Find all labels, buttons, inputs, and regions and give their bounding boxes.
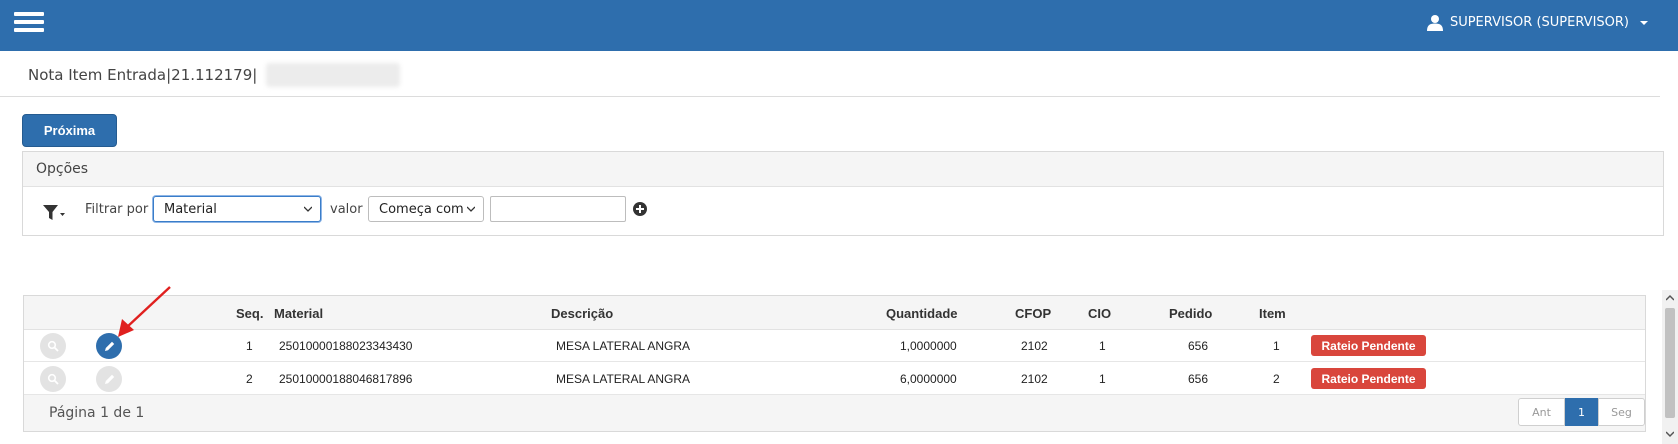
status-badge: Rateio Pendente — [1311, 368, 1426, 389]
cell-seq: 1 — [246, 339, 253, 353]
table-header: Seq. Material Descrição Quantidade CFOP … — [24, 296, 1645, 330]
cell-material: 25010000188023343430 — [279, 339, 413, 353]
hamburger-icon[interactable] — [14, 12, 44, 34]
col-item[interactable]: Item — [1259, 306, 1286, 321]
page-info: Página 1 de 1 — [49, 405, 145, 421]
items-table: Seq. Material Descrição Quantidade CFOP … — [23, 295, 1646, 432]
top-navbar: SUPERVISOR (SUPERVISOR) — [0, 0, 1678, 51]
user-menu[interactable]: SUPERVISOR (SUPERVISOR) — [1426, 14, 1648, 31]
cell-item: 2 — [1273, 372, 1280, 386]
cell-pedido: 656 — [1188, 339, 1209, 353]
scroll-up-icon[interactable] — [1666, 294, 1674, 302]
col-material[interactable]: Material — [274, 306, 323, 321]
cell-pedido: 656 — [1188, 372, 1209, 386]
search-icon — [47, 373, 59, 385]
col-seq[interactable]: Seq. — [236, 306, 263, 321]
cell-cio: 1 — [1099, 339, 1106, 353]
table-row[interactable]: 1 25010000188023343430 MESA LATERAL ANGR… — [24, 329, 1645, 362]
page-title-bar: Nota Item Entrada|21.112179| — [0, 51, 1660, 97]
cell-cfop: 2102 — [1021, 372, 1048, 386]
filter-value-input[interactable] — [490, 196, 626, 222]
filter-row: Filtrar por Material valor Começa com — [23, 187, 1663, 235]
col-cio[interactable]: CIO — [1088, 306, 1111, 321]
cell-seq: 2 — [246, 372, 253, 386]
cell-cfop: 2102 — [1021, 339, 1048, 353]
view-button[interactable] — [40, 333, 66, 359]
pencil-icon — [104, 374, 114, 384]
chevron-down-icon — [467, 206, 475, 212]
cell-material: 25010000188046817896 — [279, 372, 413, 386]
scrollbar[interactable] — [1662, 290, 1678, 444]
filter-field-select[interactable]: Material — [153, 196, 321, 222]
redacted-text — [266, 63, 400, 87]
col-cfop[interactable]: CFOP — [1015, 306, 1051, 321]
cell-quantidade: 6,0000000 — [900, 372, 957, 386]
cell-quantidade: 1,0000000 — [900, 339, 957, 353]
caret-down-icon — [1640, 20, 1648, 25]
operator-value: Começa com — [379, 201, 464, 217]
col-pedido[interactable]: Pedido — [1169, 306, 1212, 321]
cell-descricao: MESA LATERAL ANGRA — [556, 339, 691, 353]
options-panel: Opções Filtrar por Material valor Começa… — [22, 151, 1664, 236]
red-arrow-annotation — [118, 286, 171, 337]
user-icon — [1426, 15, 1443, 31]
filter-icon[interactable] — [43, 204, 65, 222]
filter-field-value: Material — [164, 201, 217, 217]
cell-cio: 1 — [1099, 372, 1106, 386]
value-label: valor — [330, 202, 363, 217]
filter-by-label: Filtrar por — [85, 202, 149, 217]
chevron-down-icon — [304, 206, 312, 212]
search-icon — [47, 340, 59, 352]
table-row[interactable]: 2 25010000188046817896 MESA LATERAL ANGR… — [24, 362, 1645, 395]
edit-button[interactable] — [96, 366, 122, 392]
options-title: Opções — [23, 152, 1663, 187]
col-descricao[interactable]: Descrição — [551, 306, 613, 321]
operator-select[interactable]: Começa com — [368, 196, 484, 222]
pagination: Ant 1 Seg — [1518, 398, 1645, 426]
plus-circle-icon[interactable] — [633, 202, 647, 216]
next-button[interactable]: Próxima — [22, 114, 117, 147]
user-name: SUPERVISOR (SUPERVISOR) — [1449, 15, 1629, 30]
next-page-button[interactable]: Seg — [1598, 398, 1645, 426]
current-page-button[interactable]: 1 — [1565, 398, 1598, 426]
page-title: Nota Item Entrada|21.112179| — [28, 66, 258, 84]
status-badge: Rateio Pendente — [1311, 335, 1426, 356]
prev-page-button[interactable]: Ant — [1518, 398, 1565, 426]
cell-descricao: MESA LATERAL ANGRA — [556, 372, 691, 386]
cell-item: 1 — [1273, 339, 1280, 353]
view-button[interactable] — [40, 366, 66, 392]
scroll-thumb[interactable] — [1665, 308, 1675, 418]
table-footer: Página 1 de 1 Ant 1 Seg — [24, 395, 1645, 431]
scroll-down-icon[interactable] — [1666, 430, 1674, 438]
col-quantidade[interactable]: Quantidade — [886, 306, 958, 321]
